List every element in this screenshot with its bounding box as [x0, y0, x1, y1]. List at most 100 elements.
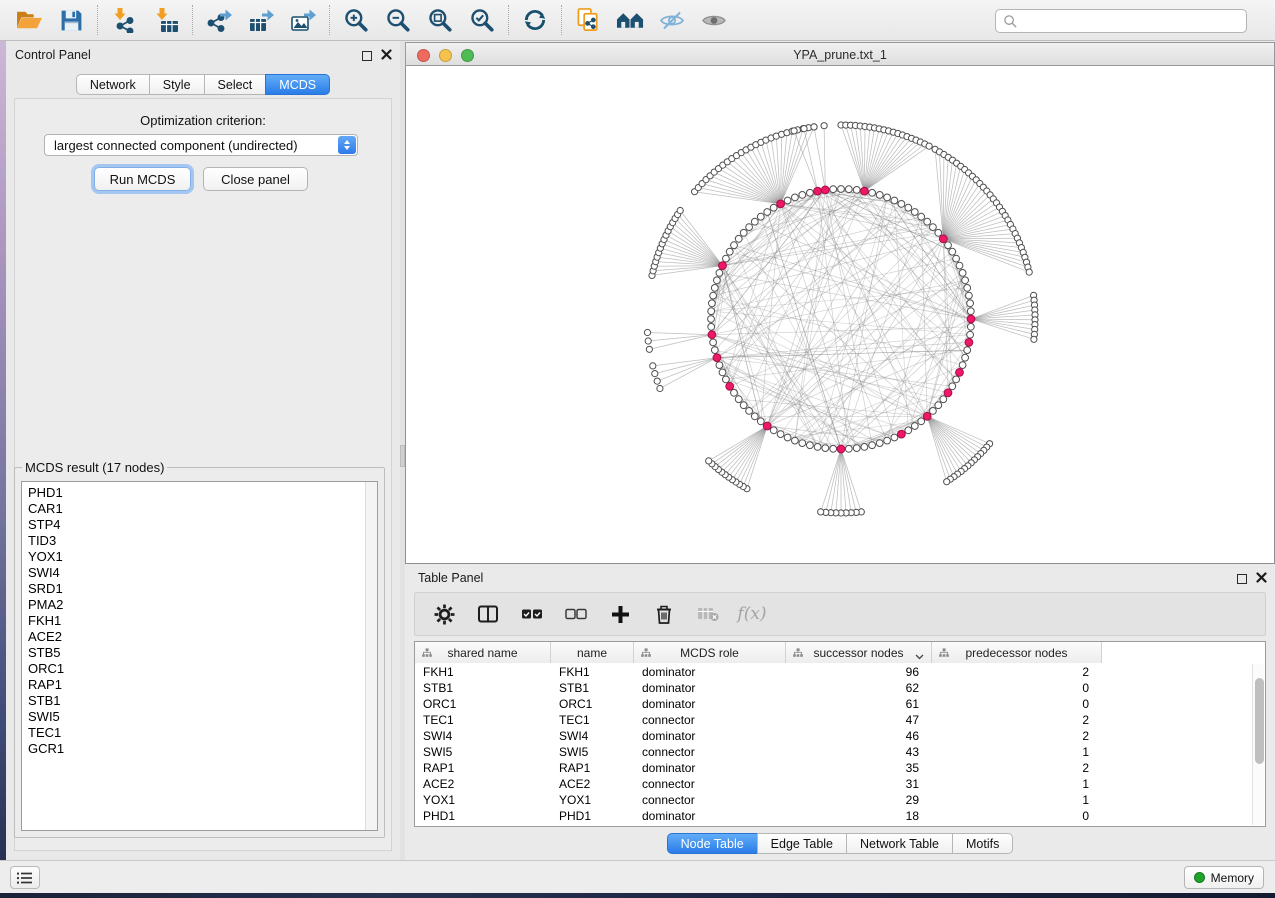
table-row[interactable]: ACE2ACE2connector311: [415, 776, 1265, 792]
select-all-button[interactable]: [515, 598, 549, 630]
export-image-button[interactable]: [282, 3, 324, 37]
table-row[interactable]: RAP1RAP1dominator352: [415, 760, 1265, 776]
table-row[interactable]: SWI5SWI5connector431: [415, 744, 1265, 760]
network-node[interactable]: [869, 189, 876, 196]
table-scrollbar-thumb[interactable]: [1255, 678, 1264, 764]
network-node[interactable]: [719, 369, 726, 376]
close-panel-button[interactable]: Close panel: [203, 167, 308, 191]
tab-edge-table[interactable]: Edge Table: [757, 833, 847, 854]
network-node[interactable]: [740, 229, 747, 236]
tab-style[interactable]: Style: [149, 74, 205, 95]
network-node[interactable]: [935, 402, 942, 409]
network-dominator-node[interactable]: [861, 187, 869, 195]
memory-button[interactable]: Memory: [1184, 866, 1264, 889]
network-node[interactable]: [967, 331, 974, 338]
network-node[interactable]: [959, 362, 966, 369]
network-node[interactable]: [723, 255, 730, 262]
show-column-panel-button[interactable]: [471, 598, 505, 630]
network-node[interactable]: [822, 445, 829, 452]
network-node[interactable]: [708, 316, 715, 323]
network-node[interactable]: [708, 308, 715, 315]
network-node[interactable]: [884, 194, 891, 201]
mcds-result-list[interactable]: PHD1CAR1STP4TID3YOX1SWI4SRD1PMA2FKH1ACE2…: [21, 481, 378, 831]
network-node[interactable]: [956, 262, 963, 269]
mcds-result-item[interactable]: SWI5: [28, 709, 377, 725]
network-node[interactable]: [962, 277, 969, 284]
column-header-successor-nodes[interactable]: successor nodes: [786, 642, 932, 663]
network-node[interactable]: [792, 437, 799, 444]
network-node[interactable]: [777, 431, 784, 438]
tab-motifs[interactable]: Motifs: [952, 833, 1013, 854]
network-dominator-node[interactable]: [719, 262, 727, 270]
close-panel-icon[interactable]: [381, 48, 392, 63]
network-node[interactable]: [711, 285, 718, 292]
network-node[interactable]: [962, 354, 969, 361]
zoom-fit-button[interactable]: [419, 3, 461, 37]
network-node[interactable]: [764, 209, 771, 216]
network-dominator-node[interactable]: [837, 445, 845, 453]
network-dominator-node[interactable]: [898, 430, 906, 438]
mcds-result-item[interactable]: ACE2: [28, 629, 377, 645]
tab-network[interactable]: Network: [76, 74, 150, 95]
mcds-result-item[interactable]: PHD1: [28, 485, 377, 501]
network-node[interactable]: [911, 423, 918, 430]
network-node[interactable]: [807, 442, 814, 449]
network-node[interactable]: [918, 418, 925, 425]
mcds-result-item[interactable]: SWI4: [28, 565, 377, 581]
network-node[interactable]: [918, 213, 925, 220]
network-node[interactable]: [967, 323, 974, 330]
network-node[interactable]: [945, 242, 952, 249]
network-dominator-node[interactable]: [939, 235, 947, 243]
network-node[interactable]: [735, 396, 742, 403]
network-node[interactable]: [891, 434, 898, 441]
network-node[interactable]: [740, 402, 747, 409]
network-dominator-node[interactable]: [944, 389, 952, 397]
zoom-in-button[interactable]: [335, 3, 377, 37]
tab-mcds[interactable]: MCDS: [265, 74, 330, 95]
run-mcds-button[interactable]: Run MCDS: [94, 167, 191, 191]
network-node[interactable]: [935, 229, 942, 236]
network-node[interactable]: [799, 440, 806, 447]
table-row[interactable]: TEC1TEC1connector472: [415, 712, 1265, 728]
network-view-canvas[interactable]: [405, 66, 1275, 564]
network-node[interactable]: [731, 242, 738, 249]
network-node[interactable]: [770, 427, 777, 434]
network-node[interactable]: [940, 396, 947, 403]
network-node[interactable]: [853, 187, 860, 194]
network-node[interactable]: [751, 218, 758, 225]
network-node[interactable]: [891, 197, 898, 204]
network-dominator-node[interactable]: [923, 412, 931, 420]
mcds-result-scrollbar[interactable]: [365, 482, 377, 830]
network-node[interactable]: [949, 383, 956, 390]
network-node[interactable]: [710, 339, 717, 346]
add-row-button[interactable]: [603, 598, 637, 630]
network-node[interactable]: [726, 248, 733, 255]
mcds-result-item[interactable]: STP4: [28, 517, 377, 533]
import-table-button[interactable]: [145, 3, 187, 37]
network-dominator-node[interactable]: [726, 382, 734, 390]
network-node[interactable]: [953, 255, 960, 262]
network-node[interactable]: [949, 248, 956, 255]
network-dominator-node[interactable]: [777, 200, 785, 208]
network-node[interactable]: [845, 186, 852, 193]
search-input[interactable]: [1023, 14, 1239, 28]
tab-node-table[interactable]: Node Table: [667, 833, 758, 854]
network-node[interactable]: [799, 192, 806, 199]
export-network-button[interactable]: [198, 3, 240, 37]
network-dominator-node[interactable]: [708, 331, 716, 339]
network-node[interactable]: [714, 277, 721, 284]
save-session-button[interactable]: [50, 3, 92, 37]
network-node[interactable]: [770, 204, 777, 211]
network-dominator-node[interactable]: [814, 187, 822, 195]
network-node[interactable]: [905, 427, 912, 434]
network-node[interactable]: [967, 300, 974, 307]
zoom-out-button[interactable]: [377, 3, 419, 37]
column-header-predecessor-nodes[interactable]: predecessor nodes: [932, 642, 1102, 663]
network-node[interactable]: [709, 300, 716, 307]
network-dominator-node[interactable]: [967, 315, 975, 323]
network-node[interactable]: [838, 186, 845, 193]
delete-row-button[interactable]: [647, 598, 681, 630]
tab-select[interactable]: Select: [204, 74, 267, 95]
float-panel-icon[interactable]: [362, 51, 372, 61]
column-header-shared-name[interactable]: shared name: [415, 642, 551, 663]
